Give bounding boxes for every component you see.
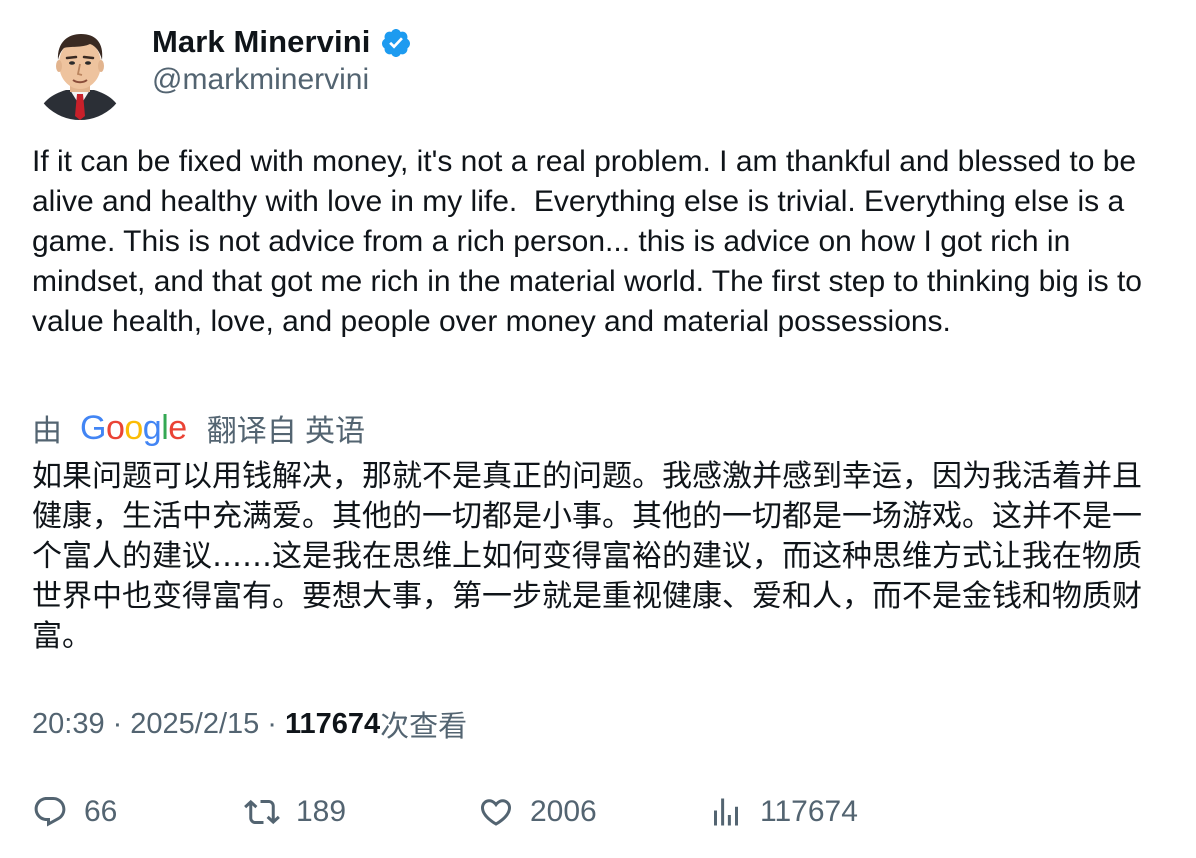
reply-button[interactable]: 66 [32,794,244,830]
author-handle[interactable]: @markminervini [152,63,369,97]
translated-text: 如果问题可以用钱解决，那就不是真正的问题。我感激并感到幸运，因为我活着并且健康，… [32,459,1142,654]
like-count: 2006 [530,795,597,828]
reply-count: 66 [84,795,118,828]
reply-icon [34,797,66,827]
avatar-illustration [32,24,128,120]
views-label: 次查看 [380,711,468,743]
author-name-row: Mark Minervini [152,22,412,62]
tweet-meta: 20:39 · 2025/2/15 · 117674 次查看 [32,704,467,744]
retweet-icon [244,799,280,825]
avatar[interactable] [32,24,128,120]
translated-by-label: 由 [32,415,62,448]
verified-badge-icon[interactable] [380,27,412,59]
tweet-text: If it can be fixed with money, it's not … [32,145,1151,338]
views-button[interactable]: 117674 [708,794,858,830]
retweet-count: 189 [296,795,347,828]
heart-icon [480,799,512,826]
like-button[interactable]: 2006 [478,794,708,830]
retweet-button[interactable]: 189 [244,794,478,830]
author-display-name[interactable]: Mark Minervini [152,24,370,60]
meta-separator: · [112,707,123,740]
translated-from-label: 翻译自 英语 [206,415,366,448]
google-logo: Google [80,409,187,447]
analytics-icon [714,798,738,826]
translation-attribution[interactable]: 由 Google 翻译自 英语 [32,408,365,448]
meta-separator: · [267,707,277,740]
views-action-count: 117674 [760,795,858,828]
tweet-time[interactable]: 20:39 [32,708,105,741]
views-count: 117674 [284,707,381,740]
tweet-date[interactable]: 2025/2/15 [130,708,259,741]
action-bar: 66 189 2006 117674 [32,790,858,834]
